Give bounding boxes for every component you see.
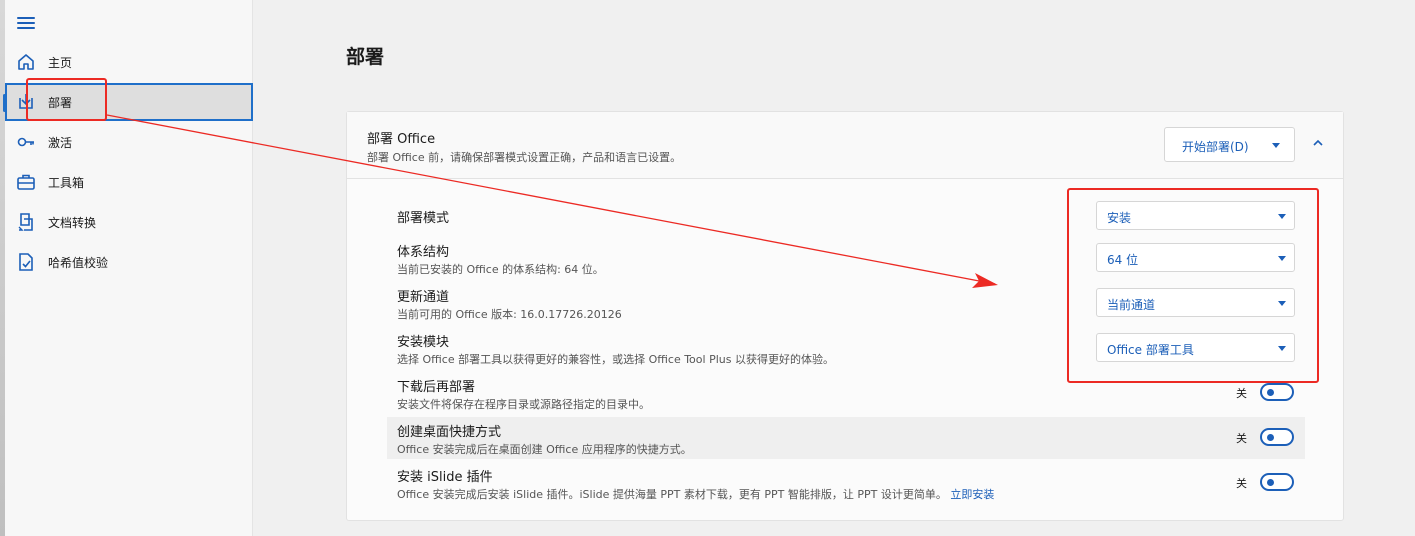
- sidebar: 主页 部署 激活 工具箱 文档转换 哈希值校验: [3, 0, 253, 536]
- sidebar-item-toolbox[interactable]: 工具箱: [5, 163, 253, 201]
- toggle-state-label: 关: [1236, 477, 1247, 490]
- islide-plugin-toggle[interactable]: [1260, 473, 1294, 491]
- chevron-down-icon: [1278, 214, 1286, 219]
- select-value: 当前通道: [1107, 298, 1156, 312]
- chevron-down-icon: [1278, 256, 1286, 261]
- sidebar-item-label: 工具箱: [48, 175, 85, 190]
- sidebar-item-label: 主页: [48, 55, 73, 70]
- update-channel-label: 更新通道: [397, 290, 450, 305]
- page-title: 部署: [346, 46, 385, 68]
- islide-plugin-desc: Office 安装完成后安装 iSlide 插件。iSlide 提供海量 PPT…: [397, 486, 994, 502]
- active-indicator: [3, 94, 6, 112]
- install-now-link[interactable]: 立即安装: [950, 488, 994, 501]
- toggle-knob: [1267, 434, 1274, 441]
- sidebar-item-deploy[interactable]: 部署: [3, 83, 253, 121]
- home-icon: [18, 54, 34, 70]
- architecture-select[interactable]: 64 位: [1096, 243, 1295, 272]
- toggle-knob: [1267, 389, 1274, 396]
- download-then-deploy-desc: 安装文件将保存在程序目录或源路径指定的目录中。: [397, 398, 650, 411]
- architecture-desc: 当前已安装的 Office 的体系结构: 64 位。: [397, 263, 604, 276]
- sidebar-item-label: 哈希值校验: [48, 255, 109, 270]
- card-header: 部署 Office 部署 Office 前，请确保部署模式设置正确，产品和语言已…: [347, 112, 1343, 179]
- islide-plugin-toggle-group: 关: [1236, 472, 1296, 494]
- key-icon: [17, 137, 34, 147]
- chevron-up-icon[interactable]: [1311, 136, 1325, 150]
- download-then-deploy-toggle-group: 关: [1236, 382, 1296, 404]
- desktop-shortcut-desc: Office 安装完成后在桌面创建 Office 应用程序的快捷方式。: [397, 443, 692, 456]
- sidebar-item-hash-check[interactable]: 哈希值校验: [5, 243, 253, 281]
- select-value: 64 位: [1107, 253, 1139, 267]
- toggle-knob: [1267, 479, 1274, 486]
- document-convert-icon: [18, 213, 33, 231]
- file-check-icon: [19, 253, 33, 271]
- start-deploy-button[interactable]: 开始部署(D): [1164, 127, 1295, 162]
- select-value: 安装: [1107, 211, 1132, 225]
- chevron-down-icon: [1278, 346, 1286, 351]
- deploy-mode-select[interactable]: 安装: [1096, 201, 1295, 230]
- islide-plugin-label: 安装 iSlide 插件: [397, 470, 493, 485]
- download-icon: [19, 94, 33, 109]
- sidebar-item-activate[interactable]: 激活: [5, 123, 253, 161]
- sidebar-item-document-convert[interactable]: 文档转换: [5, 203, 253, 241]
- update-channel-select[interactable]: 当前通道: [1096, 288, 1295, 317]
- install-module-desc: 选择 Office 部署工具以获得更好的兼容性，或选择 Office Tool …: [397, 353, 834, 366]
- install-module-select[interactable]: Office 部署工具: [1096, 333, 1295, 362]
- card-title: 部署 Office: [367, 132, 436, 147]
- download-then-deploy-label: 下载后再部署: [397, 380, 476, 395]
- sidebar-item-label: 激活: [48, 135, 73, 150]
- chevron-down-icon: [1278, 301, 1286, 306]
- deploy-office-card: 部署 Office 部署 Office 前，请确保部署模式设置正确，产品和语言已…: [346, 111, 1344, 521]
- download-then-deploy-toggle[interactable]: [1260, 383, 1294, 401]
- sidebar-item-label: 文档转换: [48, 215, 97, 230]
- start-deploy-label: 开始部署(D): [1182, 140, 1249, 154]
- select-value: Office 部署工具: [1107, 343, 1194, 357]
- toolbox-icon: [17, 174, 35, 190]
- desktop-shortcut-toggle[interactable]: [1260, 428, 1294, 446]
- desktop-shortcut-toggle-group: 关: [1236, 427, 1296, 449]
- architecture-label: 体系结构: [397, 245, 450, 260]
- islide-plugin-desc-text: Office 安装完成后安装 iSlide 插件。iSlide 提供海量 PPT…: [397, 488, 947, 501]
- card-subtitle: 部署 Office 前，请确保部署模式设置正确，产品和语言已设置。: [367, 151, 682, 164]
- chevron-down-icon: [1272, 143, 1280, 148]
- desktop-shortcut-label: 创建桌面快捷方式: [397, 425, 502, 440]
- sidebar-item-label: 部署: [48, 95, 73, 110]
- toggle-state-label: 关: [1236, 387, 1247, 400]
- sidebar-item-home[interactable]: 主页: [5, 43, 253, 81]
- install-module-label: 安装模块: [397, 335, 450, 350]
- hamburger-menu-icon[interactable]: [17, 14, 37, 32]
- deploy-mode-label: 部署模式: [397, 211, 450, 226]
- toggle-state-label: 关: [1236, 432, 1247, 445]
- update-channel-desc: 当前可用的 Office 版本: 16.0.17726.20126: [397, 308, 622, 321]
